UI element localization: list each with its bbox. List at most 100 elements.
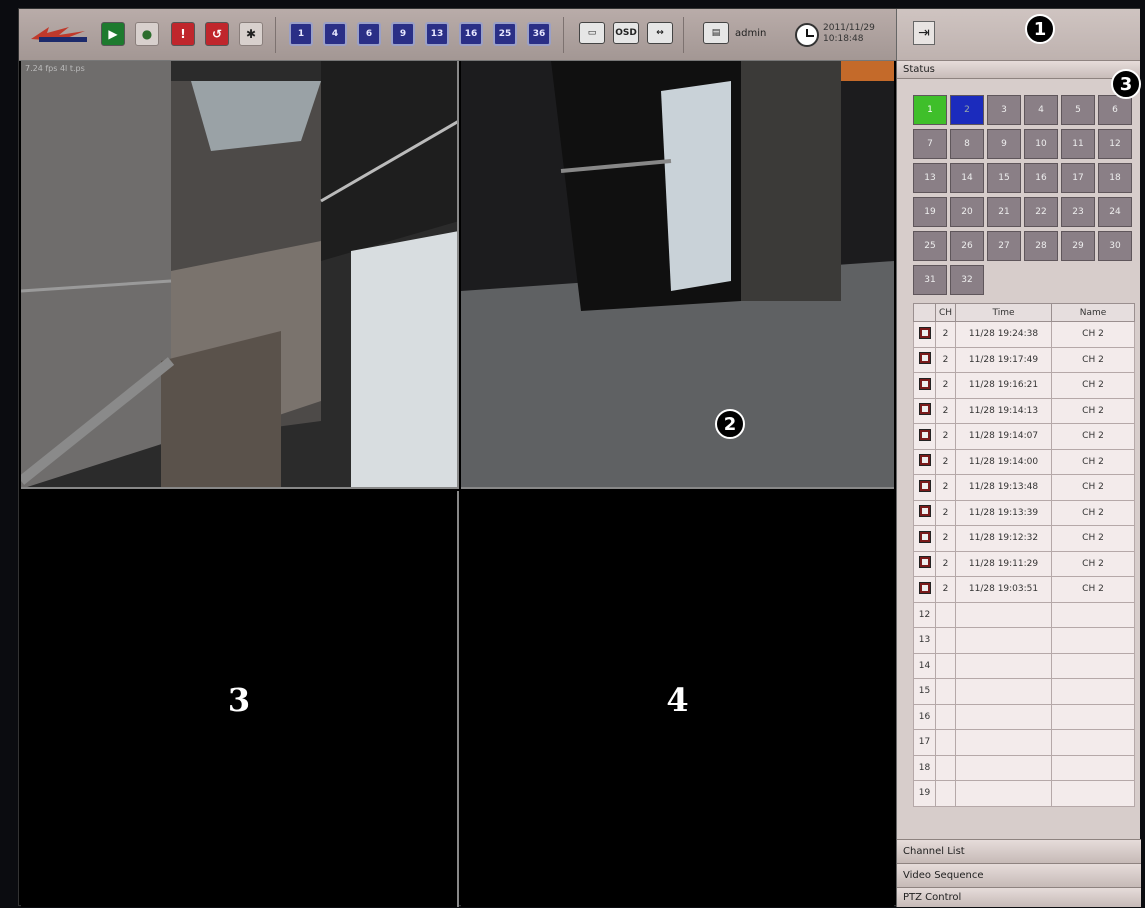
event-search-icon[interactable]: ↺ [205,22,229,46]
channel-31-button[interactable]: 31 [913,265,947,295]
channel-8-button[interactable]: 8 [950,129,984,159]
event-name-cell: CH 2 [1051,474,1135,501]
table-row[interactable]: 2 11/28 19:16:21 CH 2 [913,372,1135,399]
current-user-label: admin [735,28,767,39]
table-row[interactable]: 17 [913,729,1135,756]
layout-13-button[interactable]: 13 [425,22,449,46]
table-row[interactable]: 2 11/28 19:11:29 CH 2 [913,550,1135,577]
camera-view-1[interactable] [21,61,459,489]
osd-toggle-button[interactable]: OSD [613,22,639,44]
event-name-cell: CH 2 [1051,525,1135,552]
camera-view-3[interactable]: 3 [21,491,459,907]
table-row[interactable]: 18 [913,754,1135,781]
ptz-control-section[interactable]: PTZ Control [897,887,1141,907]
table-row[interactable]: 14 [913,652,1135,679]
event-name-cell: CH 2 [1051,372,1135,399]
camera-view-4[interactable]: 4 [461,491,894,907]
user-card-icon[interactable]: ▤ [703,22,729,44]
status-section-header[interactable]: Status [897,61,1140,79]
channel-25-button[interactable]: 25 [913,231,947,261]
table-row[interactable]: 16 [913,703,1135,730]
brand-logo [31,27,87,42]
channel-12-button[interactable]: 12 [1098,129,1132,159]
live-view-flag-icon[interactable]: ▶ [101,22,125,46]
channel-15-button[interactable]: 15 [987,163,1021,193]
table-row[interactable]: 2 11/28 19:14:13 CH 2 [913,397,1135,424]
alarm-icon[interactable]: ! [171,22,195,46]
empty-cell [955,652,1052,679]
camera-view-2[interactable] [461,61,894,489]
layout-9-button[interactable]: 9 [391,22,415,46]
empty-cell [1051,652,1135,679]
table-row[interactable]: 13 [913,627,1135,654]
date-text: 2011/11/29 [823,23,875,33]
event-time-cell: 11/28 19:03:51 [955,576,1052,603]
event-type-icon [918,454,931,467]
channel-9-button[interactable]: 9 [987,129,1021,159]
table-row[interactable]: 2 11/28 19:14:07 CH 2 [913,423,1135,450]
event-ch-cell: 2 [935,499,956,526]
video-sequence-section[interactable]: Video Sequence [897,863,1141,887]
channel-6-button[interactable]: 6 [1098,95,1132,125]
table-row[interactable]: 2 11/28 19:24:38 CH 2 [913,321,1135,348]
empty-cell [955,627,1052,654]
channel-20-button[interactable]: 20 [950,197,984,227]
channel-5-button[interactable]: 5 [1061,95,1095,125]
channel-2-button[interactable]: 2 [950,95,984,125]
event-name-cell: CH 2 [1051,576,1135,603]
layout-16-button[interactable]: 16 [459,22,483,46]
channel-7-button[interactable]: 7 [913,129,947,159]
location-pin-icon[interactable]: ● [135,22,159,46]
layout-1-button[interactable]: 1 [289,22,313,46]
channel-21-button[interactable]: 21 [987,197,1021,227]
channel-23-button[interactable]: 23 [1061,197,1095,227]
fullscreen-monitor-icon[interactable]: ▭ [579,22,605,44]
channel-19-button[interactable]: 19 [913,197,947,227]
channel-26-button[interactable]: 26 [950,231,984,261]
event-ch-cell: 2 [935,372,956,399]
channel-list-section[interactable]: Channel List [897,839,1141,863]
channel-11-button[interactable]: 11 [1061,129,1095,159]
channel-17-button[interactable]: 17 [1061,163,1095,193]
channel-28-button[interactable]: 28 [1024,231,1058,261]
col-ch-header: CH [935,303,956,322]
channel-27-button[interactable]: 27 [987,231,1021,261]
settings-gear-icon[interactable]: ✱ [239,22,263,46]
empty-cell [1051,601,1135,628]
layout-4-button[interactable]: 4 [323,22,347,46]
layout-6-button[interactable]: 6 [357,22,381,46]
channel-16-button[interactable]: 16 [1024,163,1058,193]
row-number-cell: 15 [913,678,936,705]
channel-10-button[interactable]: 10 [1024,129,1058,159]
table-row[interactable]: 2 11/28 19:14:00 CH 2 [913,448,1135,475]
empty-cell [1051,703,1135,730]
channel-30-button[interactable]: 30 [1098,231,1132,261]
table-row[interactable]: 2 11/28 19:13:48 CH 2 [913,474,1135,501]
channel-1-button[interactable]: 1 [913,95,947,125]
channel-13-button[interactable]: 13 [913,163,947,193]
table-row[interactable]: 15 [913,678,1135,705]
channel-29-button[interactable]: 29 [1061,231,1095,261]
table-row[interactable]: 2 11/28 19:17:49 CH 2 [913,346,1135,373]
channel-4-button[interactable]: 4 [1024,95,1058,125]
event-time-cell: 11/28 19:13:39 [955,499,1052,526]
table-row[interactable]: 2 11/28 19:03:51 CH 2 [913,576,1135,603]
channel-22-button[interactable]: 22 [1024,197,1058,227]
table-row[interactable]: 2 11/28 19:13:39 CH 2 [913,499,1135,526]
sequence-arrows-icon[interactable]: ↔ [647,22,673,44]
channel-14-button[interactable]: 14 [950,163,984,193]
layout-25-button[interactable]: 25 [493,22,517,46]
layout-36-button[interactable]: 36 [527,22,551,46]
channel-24-button[interactable]: 24 [1098,197,1132,227]
table-row[interactable]: 12 [913,601,1135,628]
event-ch-cell: 2 [935,397,956,424]
table-row[interactable]: 2 11/28 19:12:32 CH 2 [913,525,1135,552]
table-row[interactable]: 19 [913,780,1135,807]
channel-32-button[interactable]: 32 [950,265,984,295]
row-number-cell: 14 [913,652,936,679]
empty-cell [935,703,956,730]
logout-icon[interactable]: ⇥ [913,21,935,45]
event-ch-cell: 2 [935,550,956,577]
channel-3-button[interactable]: 3 [987,95,1021,125]
channel-18-button[interactable]: 18 [1098,163,1132,193]
